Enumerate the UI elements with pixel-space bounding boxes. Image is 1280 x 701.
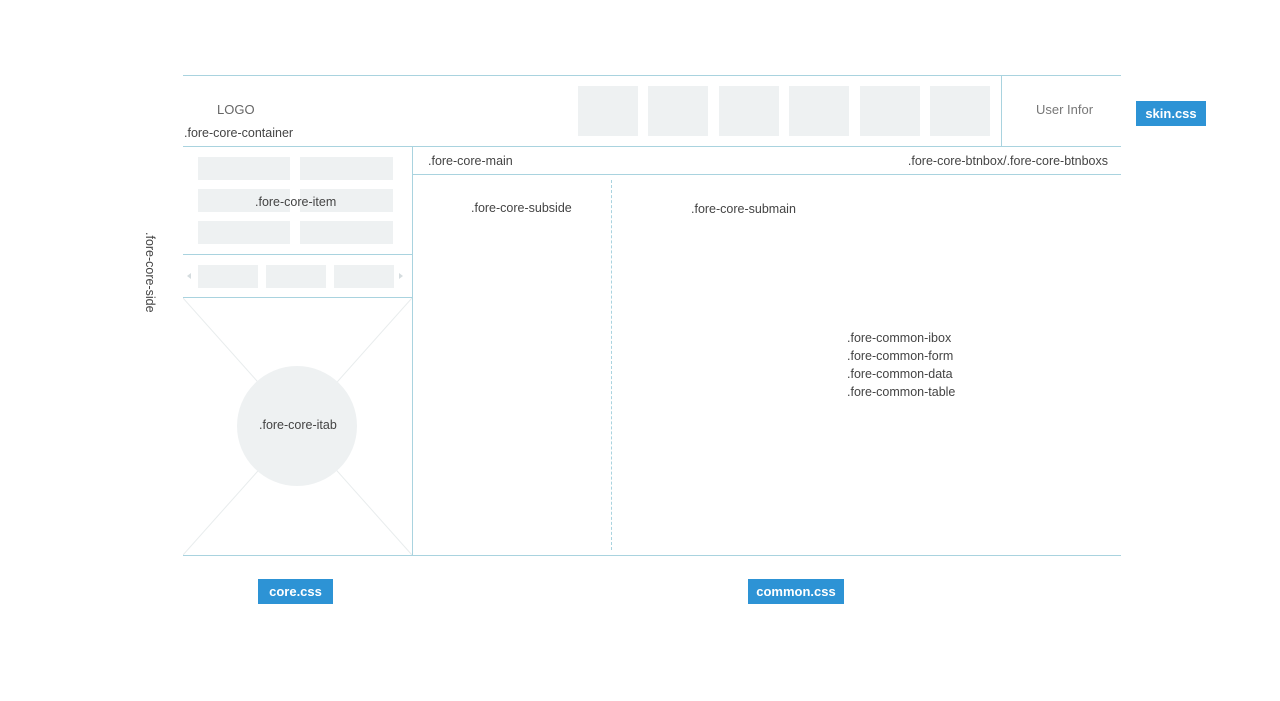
nav-box (930, 86, 990, 136)
common-module-item: .fore-common-form (847, 349, 954, 363)
container-label: .fore-core-container (184, 126, 294, 140)
btnbox-label: .fore-core-btnbox/.fore-core-btnboxs (907, 154, 1108, 168)
nav-box (719, 86, 779, 136)
subside-label: .fore-core-subside (471, 201, 572, 215)
user-info: User Infor (1036, 102, 1094, 117)
nav-box (789, 86, 849, 136)
skin-css-tag: skin.css (1136, 101, 1206, 126)
nav-box (578, 86, 638, 136)
common-module-item: .fore-common-data (847, 367, 953, 381)
nav-box (860, 86, 920, 136)
pager-box (334, 265, 394, 288)
pager-box (198, 265, 258, 288)
submain-label: .fore-core-submain (691, 202, 796, 216)
side-item-divider (183, 254, 412, 255)
main-header-bottom-border (412, 174, 1121, 175)
side-item-box (198, 221, 290, 244)
side-main-divider (412, 146, 413, 556)
header-bottom-border (183, 146, 1121, 147)
prev-arrow-icon (187, 273, 191, 279)
common-module-list: .fore-common-ibox .fore-common-form .for… (847, 329, 955, 401)
common-module-item: .fore-common-ibox (847, 331, 952, 345)
side-label: .fore-core-side (143, 232, 157, 313)
nav-box (648, 86, 708, 136)
logo: LOGO (217, 102, 255, 117)
core-css-tag: core.css (258, 579, 333, 604)
pager-box (266, 265, 326, 288)
common-css-tag: common.css (748, 579, 844, 604)
container-bottom-border (183, 555, 1121, 556)
main-label: .fore-core-main (428, 154, 513, 168)
itab-label: .fore-core-itab (259, 418, 337, 432)
item-label: .fore-core-item (255, 195, 337, 209)
next-arrow-icon (399, 273, 403, 279)
side-item-box (300, 221, 393, 244)
subside-submain-dashed-divider (611, 180, 612, 550)
side-item-box (300, 157, 393, 180)
side-item-box (198, 157, 290, 180)
container-top-border (183, 75, 1121, 76)
common-module-item: .fore-common-table (847, 385, 956, 399)
user-info-divider (1001, 75, 1002, 146)
